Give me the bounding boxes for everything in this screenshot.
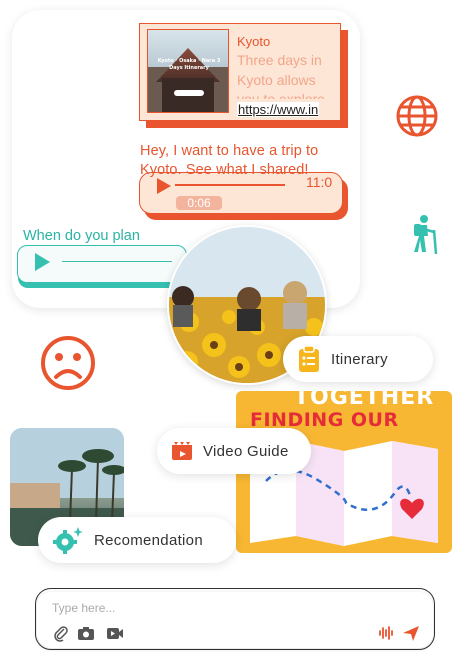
voice-duration: 0:06	[176, 196, 222, 210]
hiker-icon	[414, 215, 438, 254]
video-guide-label: Video Guide	[203, 442, 289, 460]
link-thumbnail: Kyoto · Osaka · Nara 3 Days Itinerary	[147, 29, 229, 113]
gear-sparkle-icon	[53, 527, 83, 554]
link-url[interactable]: https://www.in	[237, 102, 320, 117]
play-icon[interactable]	[35, 253, 50, 271]
thumbnail-caption: Kyoto · Osaka · Nara 3 Days Itinerary	[157, 58, 221, 71]
video-guide-button[interactable]: Video Guide	[157, 428, 311, 474]
globe-icon	[396, 95, 438, 137]
message-input[interactable]	[52, 598, 352, 618]
recommendation-button[interactable]: Recomendation	[38, 517, 236, 563]
microphone-wave-icon[interactable]	[377, 624, 395, 642]
sad-face-icon	[41, 336, 95, 390]
itinerary-button[interactable]: Itinerary	[283, 336, 433, 382]
clipboard-icon	[299, 345, 319, 372]
link-title: Kyoto	[237, 34, 271, 49]
voice-progress-line[interactable]	[175, 184, 285, 186]
recommendation-label: Recomendation	[94, 531, 203, 549]
incoming-progress-line[interactable]	[62, 261, 172, 262]
camera-icon[interactable]	[77, 624, 95, 642]
play-icon[interactable]	[157, 178, 171, 194]
incoming-message-text: When do you plan	[23, 228, 140, 244]
film-icon	[172, 442, 192, 460]
itinerary-label: Itinerary	[331, 350, 388, 368]
paperclip-icon[interactable]	[52, 624, 70, 642]
link-description: Three days in Kyoto allows you to explor…	[237, 52, 325, 99]
link-preview-card[interactable]: Kyoto · Osaka · Nara 3 Days Itinerary Ky…	[139, 23, 341, 121]
send-icon[interactable]	[402, 624, 420, 642]
video-camera-icon[interactable]	[106, 624, 124, 642]
voice-time: 11:0	[306, 174, 333, 190]
